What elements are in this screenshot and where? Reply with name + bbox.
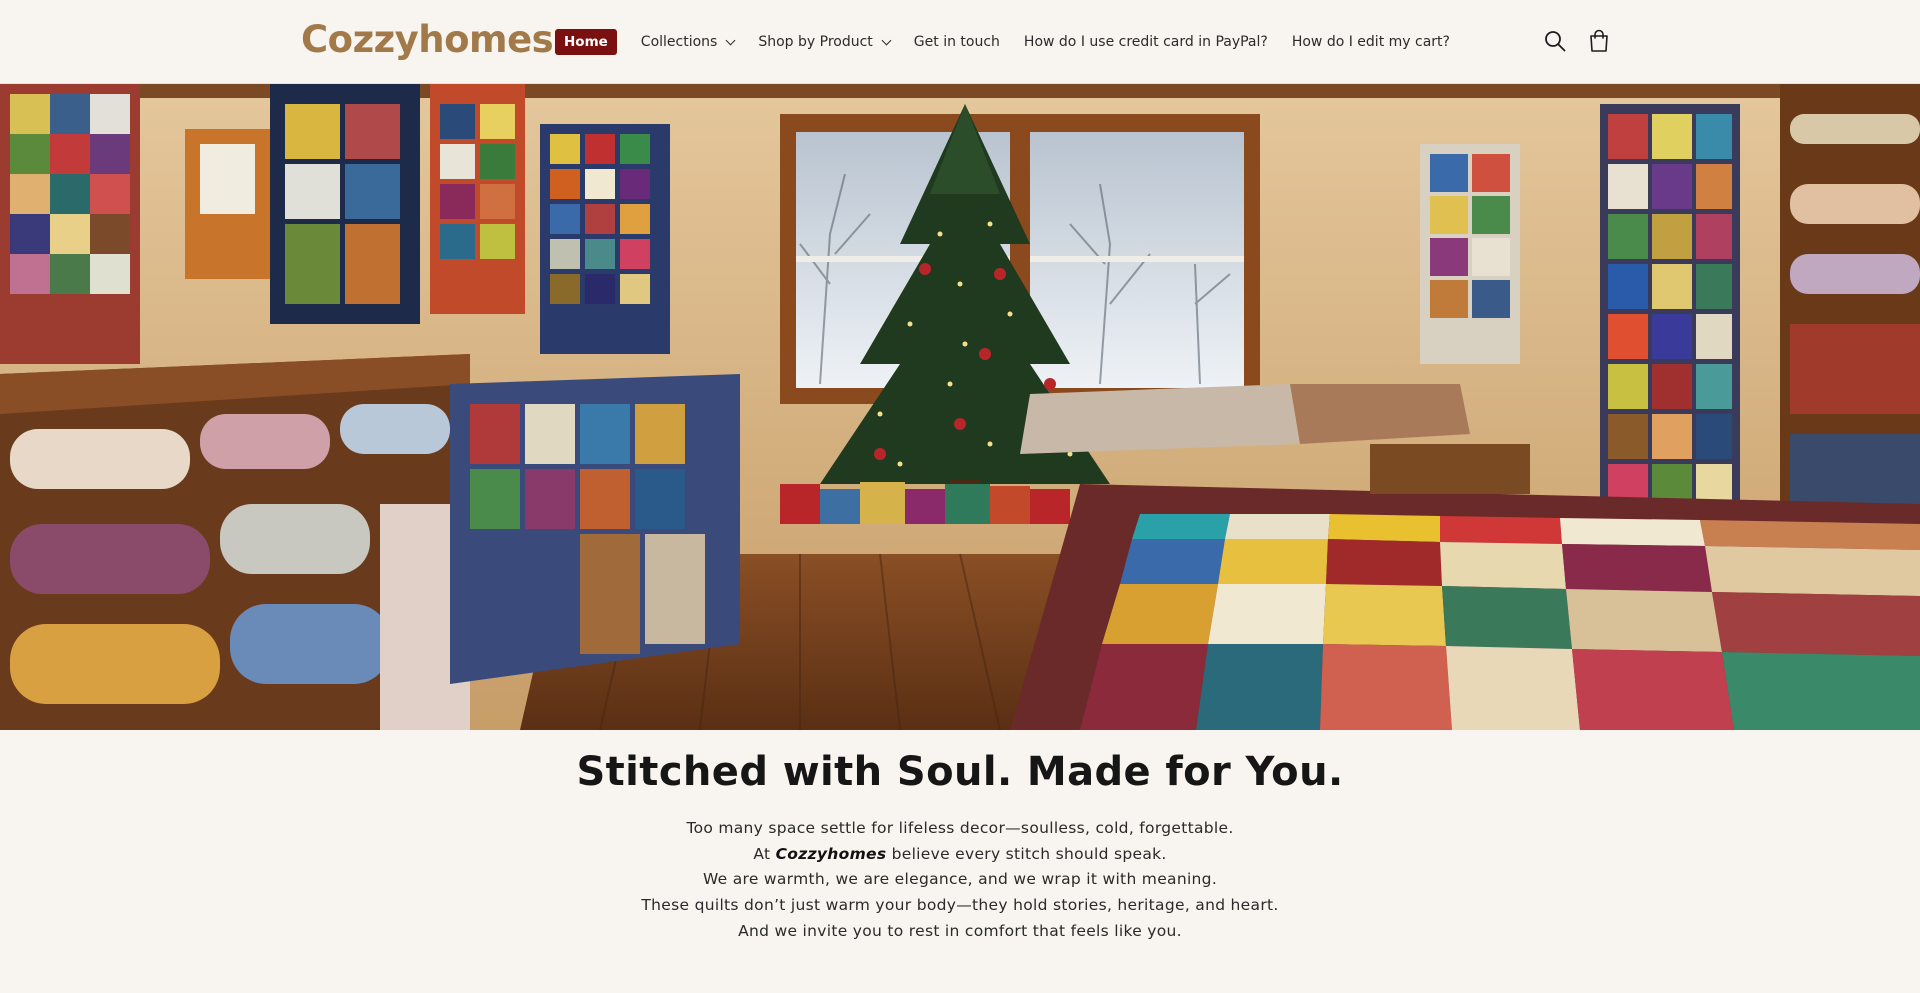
nav-paypal-faq[interactable]: How do I use credit card in PayPal? [1024,29,1268,55]
nav-collections-label: Collections [640,34,718,50]
nav-paypal-faq-label: How do I use credit card in PayPal? [1023,34,1268,50]
nav-shop-by-product-label: Shop by Product [758,34,873,50]
site-header: Cozzyhomes Home Collections Shop by Prod… [0,0,1920,84]
search-icon[interactable] [1544,30,1566,52]
nav-home-label: Home [564,34,608,50]
chevron-down-icon [881,35,892,45]
page-headline: Stitched with Soul. Made for You. [576,749,1344,795]
hero-image [0,84,1920,730]
nav-edit-cart-faq-label: How do I edit my cart? [1291,34,1450,50]
chevron-down-icon [725,35,736,45]
quilt-shop-illustration [0,84,1920,730]
intro-line-2: At Cozzyhomes believe every stitch shoul… [0,842,1920,868]
nav-get-in-touch-label: Get in touch [913,34,1000,50]
intro-line-1: Too many space settle for lifeless decor… [686,819,1234,837]
nav-home[interactable]: Home [555,29,617,55]
main-nav: Home Collections Shop by Product Get in … [555,29,1474,55]
nav-collections[interactable]: Collections [640,29,736,55]
site-logo[interactable]: Cozzyhomes [301,18,554,62]
intro-line-3: We are warmth, we are elegance, and we w… [702,870,1218,889]
intro-line-5: And we invite you to rest in comfort tha… [738,921,1182,940]
nav-shop-by-product[interactable]: Shop by Product [758,29,892,55]
intro-line-2-prefix: At [753,844,776,863]
intro-line-2-suffix: believe every stitch should speak. [886,844,1167,863]
intro-paragraph: Too many space settle for lifeless decor… [0,816,1920,945]
nav-get-in-touch[interactable]: Get in touch [914,29,1000,55]
intro-line-4: These quilts don’t just warm your body—t… [641,896,1279,915]
brand-name: Cozzyhomes [775,844,887,863]
intro-section: Stitched with Soul. Made for You. Too ma… [0,730,1920,993]
nav-edit-cart-faq[interactable]: How do I edit my cart? [1292,29,1450,55]
cart-icon[interactable] [1588,29,1610,53]
